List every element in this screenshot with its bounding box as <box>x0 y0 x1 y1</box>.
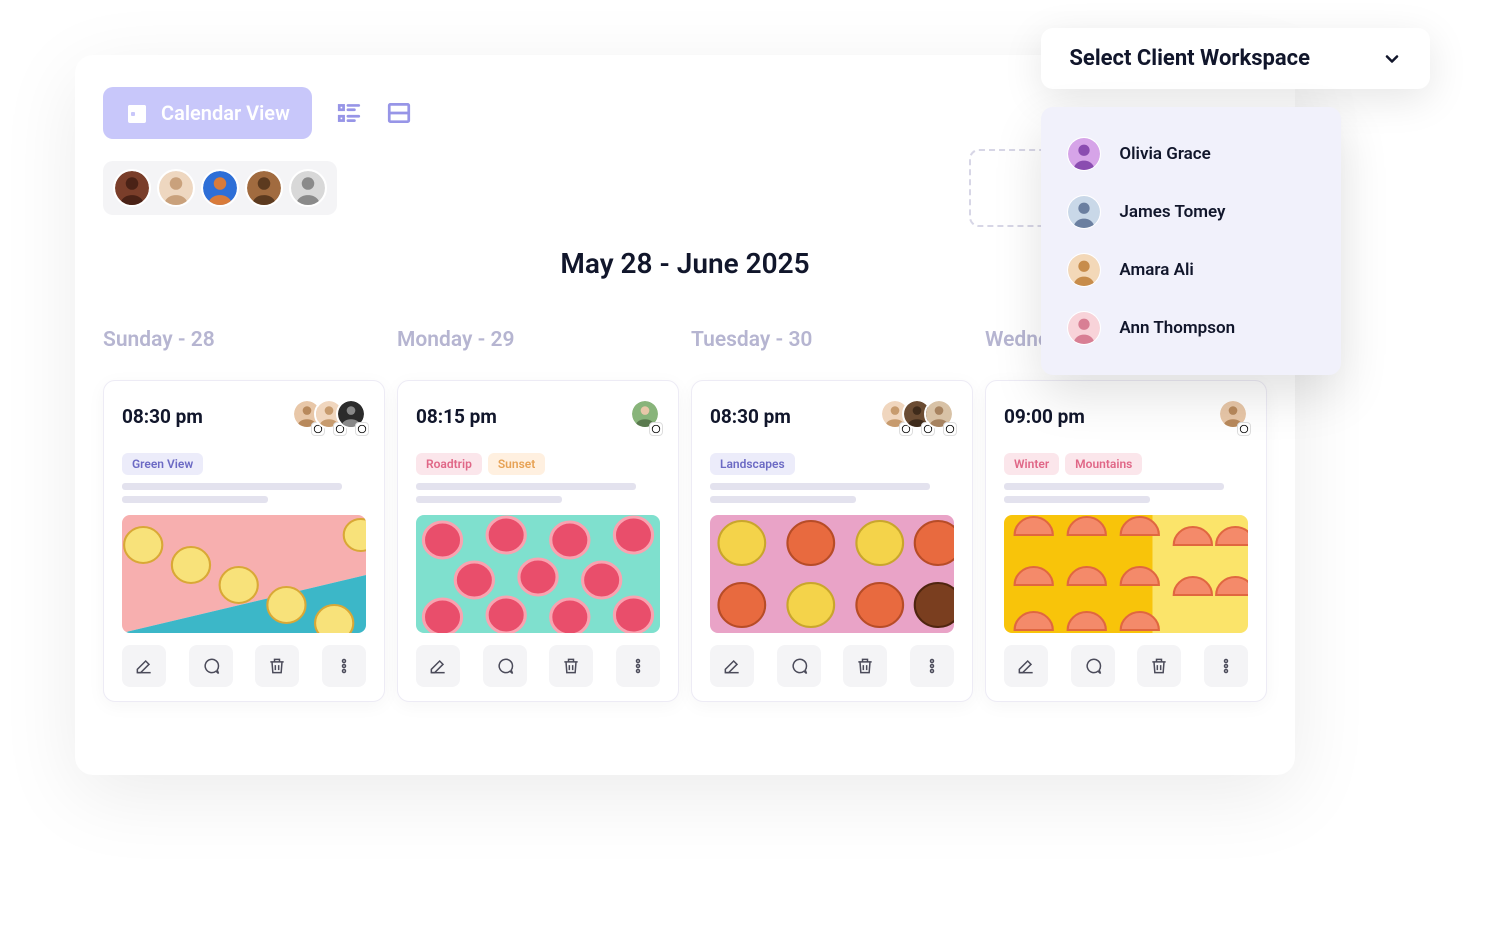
post-actions <box>122 645 366 687</box>
tag: Landscapes <box>710 453 795 475</box>
platform-badge-icon <box>943 422 957 436</box>
post-avatars <box>888 399 954 433</box>
post-card[interactable]: 08:30 pm Green View <box>103 380 385 702</box>
platform-badge-icon <box>1237 422 1251 436</box>
workspace-option-label: Ann Thompson <box>1119 318 1235 338</box>
tag: Winter <box>1004 453 1059 475</box>
avatar <box>1067 253 1101 287</box>
day-column: Tuesday - 30 08:30 pm Landscapes <box>691 328 973 702</box>
post-thumbnail <box>710 515 954 633</box>
post-thumbnail <box>1004 515 1248 633</box>
workspace-option[interactable]: Amara Ali <box>1067 241 1315 299</box>
workspace-selector: Select Client Workspace Olivia Grace Jam… <box>1041 28 1430 375</box>
avatar <box>1067 311 1101 345</box>
day-column: Sunday - 28 08:30 pm Green View <box>103 328 385 702</box>
post-avatars <box>1226 399 1248 433</box>
list-view-icon[interactable] <box>336 100 362 126</box>
post-thumbnail <box>122 515 366 633</box>
delete-button[interactable] <box>843 645 887 687</box>
post-time: 08:30 pm <box>710 405 791 428</box>
calendar-icon <box>125 101 149 125</box>
post-actions <box>1004 645 1248 687</box>
post-tags: Green View <box>122 453 366 475</box>
post-actions <box>416 645 660 687</box>
tag: Sunset <box>488 453 545 475</box>
collaborator-avatar[interactable] <box>113 169 151 207</box>
collaborator-avatar[interactable] <box>201 169 239 207</box>
post-time: 08:15 pm <box>416 405 497 428</box>
post-text-placeholder <box>710 483 954 503</box>
delete-button[interactable] <box>1137 645 1181 687</box>
tag: Mountains <box>1065 453 1142 475</box>
post-card[interactable]: 09:00 pm Winter Mountains <box>985 380 1267 702</box>
comment-button[interactable] <box>1071 645 1115 687</box>
day-header: Tuesday - 30 <box>691 328 973 352</box>
calendar-view-button[interactable]: Calendar View <box>103 87 312 139</box>
collaborator-list <box>103 161 337 215</box>
post-text-placeholder <box>122 483 366 503</box>
comment-button[interactable] <box>483 645 527 687</box>
more-button[interactable] <box>910 645 954 687</box>
day-header: Monday - 29 <box>397 328 679 352</box>
post-tags: Landscapes <box>710 453 954 475</box>
workspace-option[interactable]: Olivia Grace <box>1067 125 1315 183</box>
workspace-option-label: Amara Ali <box>1119 260 1193 280</box>
day-column: Monday - 29 08:15 pm Roadtrip Sunset <box>397 328 679 702</box>
post-time: 09:00 pm <box>1004 405 1085 428</box>
chevron-down-icon <box>1382 49 1402 69</box>
post-time: 08:30 pm <box>122 405 203 428</box>
post-actions <box>710 645 954 687</box>
more-button[interactable] <box>1204 645 1248 687</box>
collaborator-avatar[interactable] <box>157 169 195 207</box>
workspace-option[interactable]: James Tomey <box>1067 183 1315 241</box>
post-avatars <box>638 399 660 433</box>
edit-button[interactable] <box>1004 645 1048 687</box>
post-text-placeholder <box>1004 483 1248 503</box>
day-column: Wednesday - 01 09:00 pm Winter Mountains <box>985 328 1267 702</box>
calendar-columns: Sunday - 28 08:30 pm Green View <box>103 328 1267 702</box>
post-card[interactable]: 08:30 pm Landscapes <box>691 380 973 702</box>
collaborator-avatar[interactable] <box>289 169 327 207</box>
workspace-dropdown: Olivia Grace James Tomey Amara Ali Ann T… <box>1041 107 1341 375</box>
post-avatars <box>300 399 366 433</box>
workspace-option-label: James Tomey <box>1119 202 1225 222</box>
edit-button[interactable] <box>416 645 460 687</box>
post-tags: Winter Mountains <box>1004 453 1248 475</box>
workspace-select-button[interactable]: Select Client Workspace <box>1041 28 1430 89</box>
workspace-option-label: Olivia Grace <box>1119 144 1210 164</box>
day-header: Sunday - 28 <box>103 328 385 352</box>
platform-badge-icon <box>649 422 663 436</box>
more-button[interactable] <box>616 645 660 687</box>
delete-button[interactable] <box>255 645 299 687</box>
edit-button[interactable] <box>122 645 166 687</box>
tag: Green View <box>122 453 203 475</box>
edit-button[interactable] <box>710 645 754 687</box>
comment-button[interactable] <box>189 645 233 687</box>
avatar <box>1067 137 1101 171</box>
comment-button[interactable] <box>777 645 821 687</box>
collaborator-avatar[interactable] <box>245 169 283 207</box>
post-card[interactable]: 08:15 pm Roadtrip Sunset <box>397 380 679 702</box>
more-button[interactable] <box>322 645 366 687</box>
calendar-view-label: Calendar View <box>161 101 290 125</box>
post-thumbnail <box>416 515 660 633</box>
split-view-icon[interactable] <box>386 100 412 126</box>
post-text-placeholder <box>416 483 660 503</box>
delete-button[interactable] <box>549 645 593 687</box>
avatar <box>1067 195 1101 229</box>
post-tags: Roadtrip Sunset <box>416 453 660 475</box>
platform-badge-icon <box>355 422 369 436</box>
workspace-option[interactable]: Ann Thompson <box>1067 299 1315 357</box>
workspace-select-label: Select Client Workspace <box>1069 46 1310 71</box>
tag: Roadtrip <box>416 453 482 475</box>
